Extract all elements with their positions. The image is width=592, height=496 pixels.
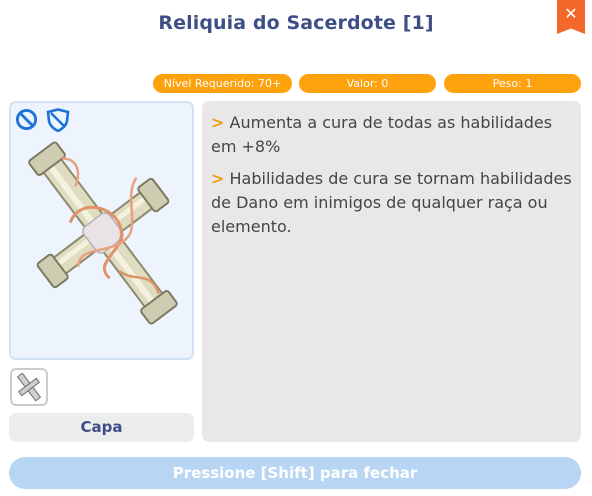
shield-icon	[46, 108, 70, 132]
equip-slot-label: Capa	[9, 413, 194, 442]
description-text: Aumenta a cura de todas as habilidades e…	[211, 113, 553, 156]
item-image-panel	[9, 101, 194, 360]
item-info-window: Reliquia do Sacerdote [1] ✕ Nível Requer…	[0, 0, 592, 496]
description-text: Habilidades de cura se tornam habilidade…	[211, 169, 572, 236]
close-icon[interactable]: ✕	[557, 4, 585, 24]
required-level-badge: Nível Requerido: 70+	[153, 74, 292, 93]
bullet-marker: >	[211, 113, 225, 132]
item-description-panel: > Aumenta a cura de todas as habilidades…	[202, 101, 581, 442]
bullet-marker: >	[211, 169, 225, 188]
relic-cross-image	[28, 141, 178, 325]
no-entry-icon	[15, 108, 38, 131]
description-line: > Habilidades de cura se tornam habilida…	[211, 167, 573, 239]
window-title: Reliquia do Sacerdote [1]	[158, 12, 434, 34]
description-line: > Aumenta a cura de todas as habilidades…	[211, 111, 573, 159]
close-hint-button[interactable]: Pressione [Shift] para fechar	[9, 457, 581, 489]
value-badge: Valor: 0	[299, 74, 436, 93]
relic-thumbnail-icon	[16, 372, 42, 402]
item-thumbnail[interactable]	[10, 368, 48, 406]
weight-badge: Peso: 1	[444, 74, 581, 93]
